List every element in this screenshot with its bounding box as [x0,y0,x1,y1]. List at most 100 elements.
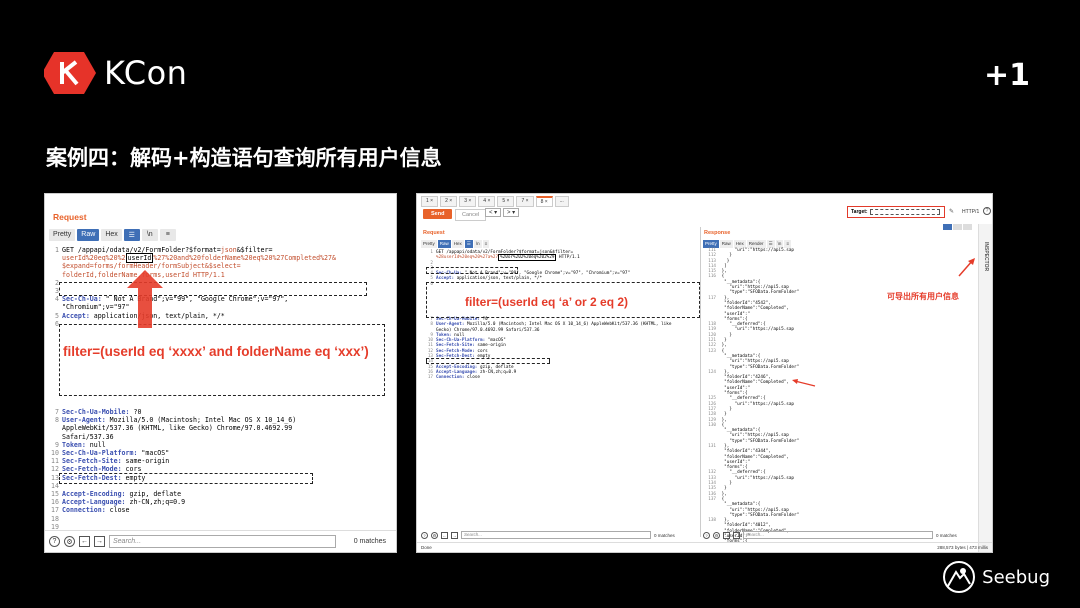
request-code-bottom: 7 Sec-Ch-Ua-Mobile: ?0 8 User-Agent: Mozill… [49,408,296,531]
export-note: 可导出所有用户信息 [887,292,959,301]
search-input[interactable]: Search... [461,531,651,539]
wrap-icon[interactable]: ☰ [464,240,473,248]
dashed-box-top [426,267,518,274]
repeater-tab[interactable]: 2 × [440,196,458,207]
tab-pretty[interactable]: Pretty [421,240,437,248]
tab-raw[interactable]: Raw [437,240,451,248]
tab-hex[interactable]: Hex [733,240,746,248]
slide-title: 案例四：解码+构造语句查询所有用户信息 [46,146,442,170]
menu-icon[interactable]: ≡ [482,240,490,248]
edit-target-icon[interactable]: ✎ [949,208,954,215]
code-token: Gecko) Chrome/97.0.4692.99 Safari/537.36 [436,327,540,333]
repeater-tab[interactable]: 3 × [459,196,477,207]
code-token: ?0 [133,408,142,416]
repeater-tab-active[interactable]: 8 × [535,196,553,207]
code-token: gzip, deflate [129,490,182,499]
repeater-tab[interactable]: 1 × [421,196,439,207]
back-icon[interactable]: ← [441,531,448,539]
layout-split-icon[interactable] [943,224,952,230]
cancel-button[interactable]: Cancel [455,209,487,221]
line-number: 16 [51,498,59,507]
line-number: 8 [430,322,433,328]
wrap-icon[interactable]: ☰ [123,229,140,241]
code-token: Accept: [62,311,94,320]
forward-icon[interactable]: → [451,531,458,539]
code-line: userId%20eq%20%2 userId %27%20and%20folder… [49,253,336,264]
pane-divider[interactable] [700,227,701,537]
line-number: 1 [55,246,59,254]
code-token: User-Agent: [62,416,110,425]
tab-hex[interactable]: Hex [451,240,464,248]
repeater-tab[interactable]: 4 × [478,196,496,207]
newline-toggle[interactable]: \n [775,240,784,248]
tab-pretty[interactable]: Pretty [703,240,719,248]
repeater-tab[interactable]: 5 × [497,196,515,207]
line-number: 6 [55,319,59,328]
arrow-icon [958,258,975,277]
help-icon[interactable]: ? [49,536,60,547]
back-icon[interactable]: ← [723,531,730,539]
code-token: "__metadata":{ [719,502,761,508]
send-button[interactable]: Send [423,209,453,219]
back-icon[interactable]: ← [79,536,90,547]
line-number: 13 [51,473,59,482]
help-icon[interactable]: ? [983,207,991,215]
tab-raw[interactable]: Raw [719,240,733,248]
target-label: Target: [851,209,868,215]
menu-icon[interactable]: ≡ [159,229,176,241]
history-back-button[interactable]: < ▾ [485,208,502,217]
tab-pretty[interactable]: Pretty [49,229,76,241]
target-field[interactable]: Target: [847,206,945,218]
code-token: Connection: [62,506,110,515]
matches-count: 0 matches [936,532,957,538]
newline-toggle[interactable]: \n [473,240,482,248]
code-token: } [719,332,732,338]
matches-count: 0 matches [353,538,386,545]
settings-icon[interactable]: ⚙ [713,531,720,539]
search-input[interactable]: Search... [109,535,336,548]
inspector-sidebar[interactable] [978,224,992,552]
search-input[interactable]: Search... [743,531,933,539]
filter-annotation: filter=(userId eq ‘xxxx’ and folderName … [63,344,369,359]
code-token: Sec-Ch-Ua: [62,295,106,304]
request-view-tabs: Pretty Raw Hex ☰ \n ≡ [421,240,490,248]
left-request-panel: Request Pretty Raw Hex ☰ \n ≡ 1 GET /appa… [44,193,397,553]
settings-icon[interactable]: ⚙ [431,531,438,539]
history-forward-button[interactable]: > ▾ [503,208,520,217]
tab-render[interactable]: Render [746,240,766,248]
http-version: HTTP/1 [962,209,980,215]
repeater-tab[interactable]: 7 × [516,196,534,207]
view-tabs: Pretty Raw Hex ☰ \n ≡ [49,229,176,241]
code-line: 10 Sec-Ch-Ua-Platform: "macOS" [49,449,296,457]
help-icon[interactable]: ? [421,531,428,539]
response-search-bar: ? ⚙ ← → Search... 0 matches [703,530,979,540]
tab-hex[interactable]: Hex [101,229,122,241]
forward-icon[interactable]: → [94,536,105,547]
code-token: "macOS" [141,449,170,458]
code-line: 17 Connection: close [49,506,296,514]
menu-icon[interactable]: ≡ [784,240,792,248]
code-token: } [719,258,730,264]
line-number: 17 [427,375,433,381]
code-token: "folderId":"4012", [719,523,771,529]
newline-toggle[interactable]: \n [141,229,158,241]
help-icon[interactable]: ? [703,531,710,539]
code-token: json [220,246,237,254]
repeater-tabs: 1 × 2 × 3 × 4 × 5 × 7 × 8 × ... [421,196,569,207]
code-token: close [467,375,480,381]
layout-vertical-icon[interactable] [963,224,972,230]
wrap-icon[interactable]: ☰ [766,240,775,248]
tab-raw[interactable]: Raw [77,229,100,241]
line-number: 7 [55,408,59,416]
forward-icon[interactable]: → [733,531,740,539]
code-line: AppleWebKit/537.36 (KHTML, like Gecko) C… [49,424,296,432]
code-token: } [719,253,732,259]
layout-horizontal-icon[interactable] [953,224,962,230]
filter-annotation: filter=(userId eq ‘a’ or 2 eq 2) [465,295,629,309]
code-token: Mozilla/5.0 (Macintosh; Intel Mac OS X 1… [109,416,297,425]
settings-icon[interactable]: ⚙ [64,536,75,547]
code-token: } [719,412,727,418]
code-token: gzip, deflate [479,364,514,370]
repeater-tab-more[interactable]: ... [554,196,569,207]
response-title: Response [704,230,731,236]
